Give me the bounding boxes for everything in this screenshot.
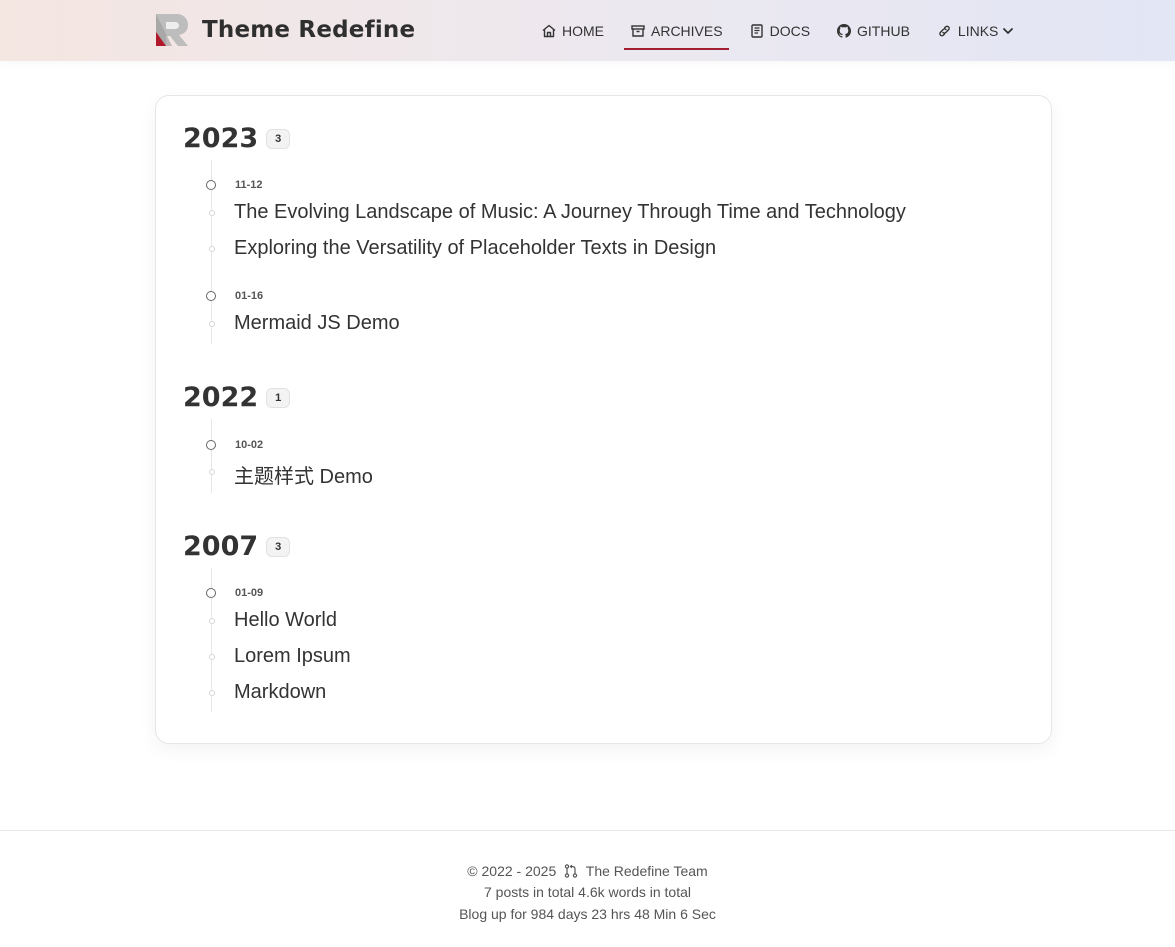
footer-stats-line: 7 posts in total 4.6k words in total [0, 884, 1175, 900]
nav-archives[interactable]: ARCHIVES [624, 0, 729, 61]
team-link[interactable]: The Redefine Team [586, 863, 708, 879]
date-marker [206, 440, 216, 450]
date-label: 01-16 [235, 290, 264, 302]
post-link[interactable]: Exploring the Versatility of Placeholder… [234, 237, 716, 260]
footer-copyright-line: © 2022 - 2025 The Redefine Team [0, 863, 1175, 879]
git-pull-request-icon [564, 864, 578, 878]
year-count-badge: 3 [266, 536, 291, 557]
post-marker [209, 321, 215, 327]
github-icon [837, 23, 852, 38]
date-marker [206, 291, 216, 301]
year-heading-2022: 2022 1 [183, 382, 291, 413]
nav-docs[interactable]: DOCS [749, 0, 810, 61]
home-icon [542, 24, 556, 37]
nav-archives-label: ARCHIVES [651, 22, 723, 39]
posts-total: 7 posts in total [483, 884, 575, 900]
date-label: 10-02 [235, 439, 264, 451]
book-icon [750, 23, 763, 38]
date-marker [206, 588, 216, 598]
footer-uptime: Blog up for 984 days 23 hrs 48 Min 6 Sec [459, 906, 716, 922]
copyright-text: © 2022 - 2025 [467, 863, 557, 879]
post-marker [209, 210, 215, 216]
post-marker [209, 654, 215, 660]
date-label: 11-12 [235, 179, 263, 191]
nav-home-label: HOME [562, 22, 604, 39]
nav-github-label: GITHUB [857, 22, 910, 39]
archive-card: 2023 3 11-12 The Evolving Landscape of M… [155, 95, 1052, 744]
theme-redefine-logo [156, 14, 188, 46]
nav-links[interactable]: LINKS [936, 0, 1014, 61]
link-icon [939, 25, 950, 36]
year-count-badge: 1 [266, 387, 291, 408]
site-footer: © 2022 - 2025 The Redefine Team 7 posts … [0, 830, 1175, 947]
nav-home[interactable]: HOME [541, 0, 604, 61]
timeline-line [211, 419, 212, 493]
date-label: 01-09 [235, 587, 264, 599]
post-link[interactable]: Lorem Ipsum [234, 645, 351, 668]
site-logo-link[interactable]: Theme Redefine [156, 14, 415, 46]
post-marker [209, 618, 215, 624]
year-label: 2022 [183, 382, 259, 413]
year-count-badge: 3 [266, 128, 291, 149]
archive-icon [631, 24, 645, 37]
chevron-down-icon [1003, 27, 1014, 34]
post-link[interactable]: Hello World [234, 609, 337, 632]
words-total: 4.6k words in total [578, 884, 691, 900]
post-marker [209, 246, 215, 252]
post-marker [209, 469, 215, 475]
site-header: Theme Redefine HOME ARCHIVES DOCS GITHUB… [0, 0, 1175, 61]
main-nav: HOME ARCHIVES DOCS GITHUB LINKS [541, 0, 1040, 61]
year-heading-2023: 2023 3 [183, 123, 291, 154]
post-link[interactable]: Mermaid JS Demo [234, 312, 400, 335]
date-marker [206, 180, 216, 190]
nav-links-label: LINKS [957, 22, 999, 39]
year-label: 2007 [183, 531, 259, 562]
post-link[interactable]: Markdown [234, 681, 326, 704]
site-title[interactable]: Theme Redefine [202, 17, 415, 43]
year-heading-2007: 2007 3 [183, 531, 291, 562]
post-marker [209, 690, 215, 696]
nav-github[interactable]: GITHUB [836, 0, 910, 61]
post-link[interactable]: The Evolving Landscape of Music: A Journ… [234, 201, 906, 224]
year-label: 2023 [183, 123, 259, 154]
nav-docs-label: DOCS [769, 22, 811, 39]
post-link[interactable]: 主题样式 Demo [234, 460, 373, 489]
